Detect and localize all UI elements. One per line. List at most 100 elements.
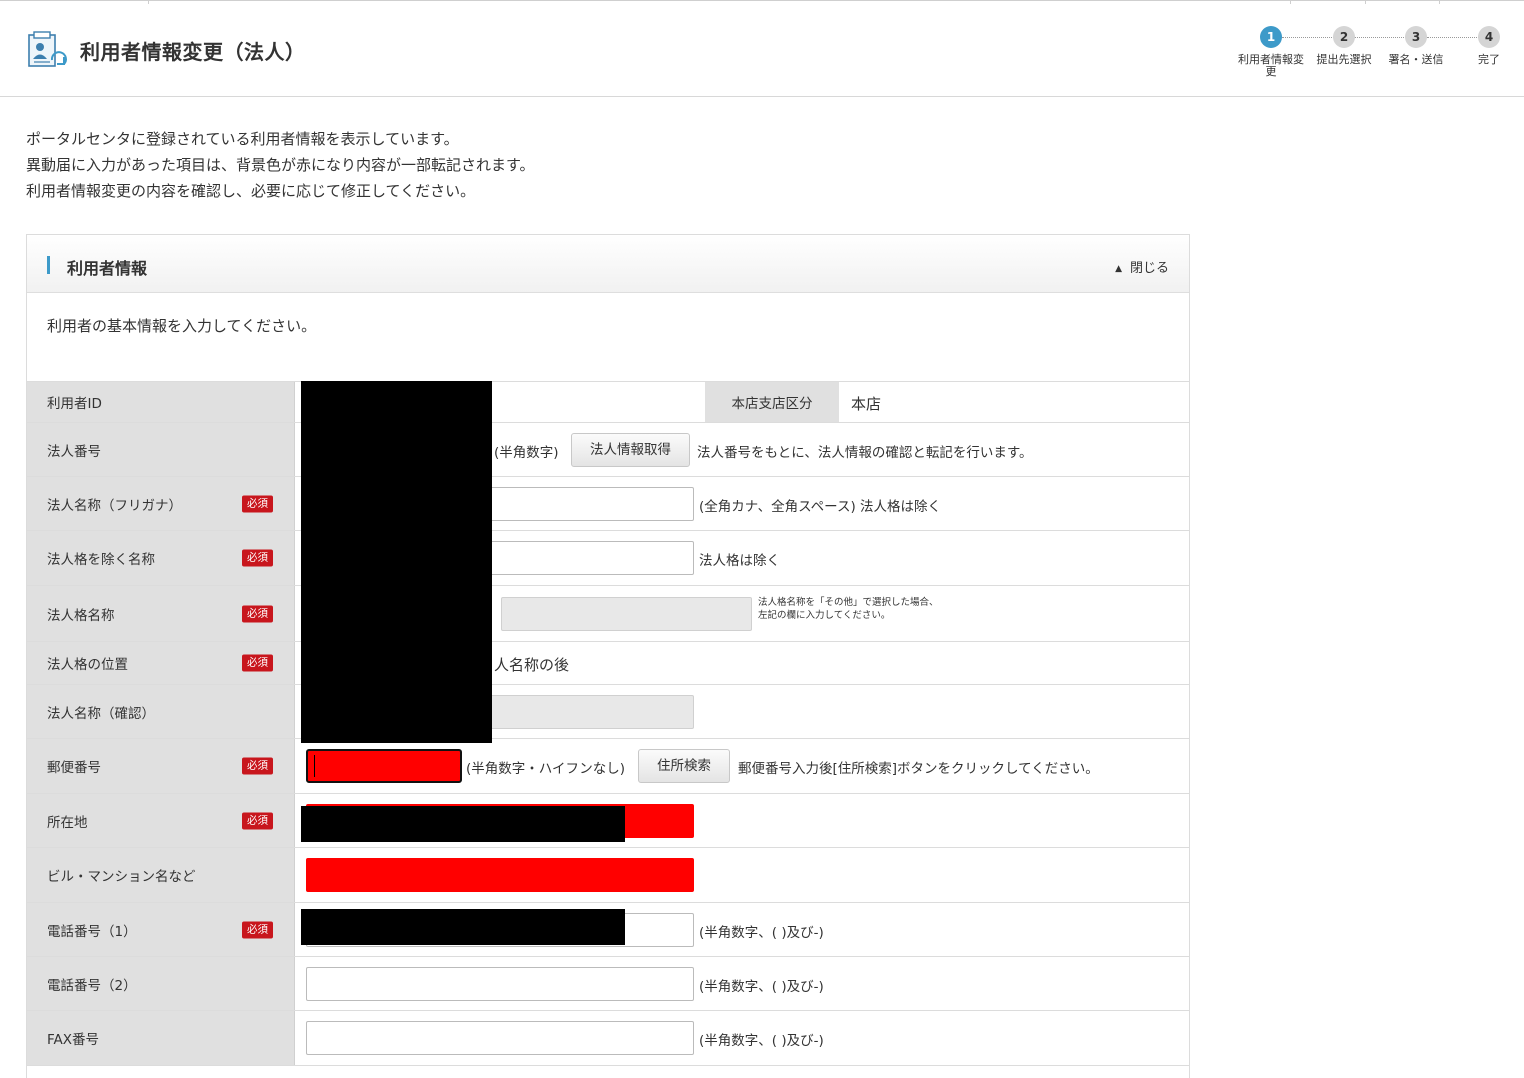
row-corp-name-kana: 法人名称（フリガナ） 必須 (全角カナ、全角スペース) 法人格は除く	[27, 476, 1189, 530]
redaction-block	[301, 806, 625, 842]
redaction-block	[301, 381, 492, 743]
row-address: 所在地 必須	[27, 793, 1189, 847]
step-number: 3	[1405, 26, 1427, 48]
field-label: 法人格名称 必須	[27, 586, 295, 641]
phone-1-note: (半角数字、( )及び-)	[699, 925, 824, 941]
label-text: 電話番号（1）	[47, 923, 137, 940]
panel-close-toggle[interactable]: ▲ 閉じる	[1115, 257, 1169, 276]
postal-code-input[interactable]	[306, 749, 462, 783]
required-badge: 必須	[242, 549, 273, 567]
user-profile-icon	[28, 31, 67, 67]
required-badge: 必須	[242, 757, 273, 775]
field-label: 法人番号	[27, 423, 295, 476]
row-fax: FAX番号 (半角数字、( )及び-)	[27, 1010, 1189, 1066]
phone-2-input[interactable]	[306, 967, 694, 1001]
label-text: FAX番号	[47, 1032, 100, 1048]
redaction-block	[301, 909, 625, 945]
intro-text: ポータルセンタに登録されている利用者情報を表示しています。 異動届に入力があった…	[26, 126, 535, 204]
user-info-panel: 利用者情報 ▲ 閉じる 利用者の基本情報を入力してください。 利用者ID 本店支店…	[26, 234, 1190, 1078]
row-user-id: 利用者ID 本店支店区分 本店	[27, 381, 1189, 422]
required-badge: 必須	[242, 921, 273, 938]
postal-code-hint: (半角数字・ハイフンなし)	[466, 761, 626, 777]
row-phone-2: 電話番号（2） (半角数字、( )及び-)	[27, 956, 1189, 1010]
row-corp-type: 法人格名称 必須 法人格名称を「その他」で選択した場合、 左記の欄に入力してくださ…	[27, 585, 1189, 641]
label-text: 電話番号（2）	[47, 977, 137, 994]
corp-name-kana-note: (全角カナ、全角スペース) 法人格は除く	[699, 499, 942, 515]
address-search-button[interactable]: 住所検索	[638, 749, 730, 783]
progress-steps: 1 利用者情報変更 2 提出先選択 3 署名・送信 4 完了	[1228, 26, 1518, 92]
field-value: (半角数字・ハイフンなし) 住所検索 郵便番号入力後[住所検索]ボタンをクリック…	[296, 739, 1189, 793]
step-4: 4 完了	[1449, 26, 1524, 66]
field-label: ビル・マンション名など	[27, 848, 295, 902]
text-cursor	[314, 755, 315, 777]
required-badge: 必須	[242, 812, 273, 829]
label-text: 法人格名称	[47, 607, 115, 624]
label-text: 所在地	[47, 814, 88, 831]
row-phone-1: 電話番号（1） 必須 (半角数字、( )及び-)	[27, 902, 1189, 956]
step-number: 1	[1260, 26, 1282, 48]
row-corp-name-confirm: 法人名称（確認）	[27, 684, 1189, 738]
corp-name-note: 法人格は除く	[699, 553, 780, 569]
field-value: (半角数字、( )及び-)	[296, 903, 1189, 956]
label-text: ビル・マンション名など	[47, 869, 196, 885]
step-label: 完了	[1478, 53, 1500, 66]
corp-number-note: 法人番号をもとに、法人情報の確認と転記を行います。	[697, 445, 1033, 461]
field-value	[296, 794, 1189, 847]
label-text: 法人格を除く名称	[47, 552, 155, 568]
step-1: 1 利用者情報変更	[1231, 26, 1311, 78]
label-text: 法人番号	[47, 443, 101, 460]
step-label: 署名・送信	[1388, 53, 1444, 66]
step-3: 3 署名・送信	[1376, 26, 1456, 66]
label-text: 本店支店区分	[731, 396, 813, 412]
corp-type-other-input[interactable]	[501, 597, 752, 631]
required-badge: 必須	[242, 605, 273, 622]
label-text: 郵便番号	[47, 760, 101, 776]
field-label: 電話番号（1） 必須	[27, 903, 295, 956]
row-corp-name: 法人格を除く名称 必須 法人格は除く	[27, 530, 1189, 585]
label-text: 利用者ID	[47, 396, 102, 412]
field-label: FAX番号	[27, 1011, 295, 1065]
corp-type-note: 法人格名称を「その他」で選択した場合、 左記の欄に入力してください。	[758, 596, 939, 622]
row-corp-type-position: 法人格の位置 必須 人名称の後	[27, 641, 1189, 684]
label-text: 法人名称（確認）	[47, 705, 155, 722]
row-corp-number: 法人番号 (半角数字) 法人情報取得 法人番号をもとに、法人情報の確認と転記を行…	[27, 422, 1189, 476]
note-line: 左記の欄に入力してください。	[758, 610, 891, 621]
step-label: 利用者情報変更	[1238, 53, 1304, 78]
building-input[interactable]	[306, 858, 694, 892]
branch-value: 本店	[851, 395, 882, 413]
step-2: 2 提出先選択	[1304, 26, 1384, 66]
required-badge: 必須	[242, 495, 273, 512]
panel-description: 利用者の基本情報を入力してください。	[47, 317, 317, 335]
triangle-up-icon: ▲	[1115, 264, 1122, 274]
phone-2-note: (半角数字、( )及び-)	[699, 979, 824, 995]
page-header: 利用者情報変更（法人） 1 利用者情報変更 2 提出先選択 3 署名・送信 4 …	[0, 4, 1524, 97]
field-label: 電話番号（2）	[27, 957, 295, 1010]
intro-line: ポータルセンタに登録されている利用者情報を表示しています。	[26, 130, 459, 148]
close-label: 閉じる	[1129, 261, 1169, 276]
field-label: 所在地 必須	[27, 794, 295, 847]
panel-header: 利用者情報 ▲ 閉じる	[27, 235, 1189, 293]
page-title: 利用者情報変更（法人）	[80, 40, 306, 64]
field-label: 法人格の位置 必須	[27, 642, 295, 684]
branch-label: 本店支店区分	[705, 382, 839, 422]
fax-input[interactable]	[306, 1021, 694, 1055]
label-text: 法人名称（フリガナ）	[47, 497, 182, 514]
note-line: 法人格名称を「その他」で選択した場合、	[758, 597, 939, 608]
corp-type-position-value: 人名称の後	[494, 656, 570, 674]
step-number: 4	[1478, 26, 1500, 48]
field-label: 法人名称（フリガナ） 必須	[27, 477, 295, 530]
field-value: (半角数字、( )及び-)	[296, 957, 1189, 1010]
panel-accent-bar	[47, 256, 50, 274]
field-value	[296, 848, 1189, 902]
field-label: 法人格を除く名称 必須	[27, 531, 295, 585]
label-text: 法人格の位置	[47, 657, 128, 673]
postal-code-note: 郵便番号入力後[住所検索]ボタンをクリックしてください。	[738, 761, 1099, 777]
row-postal-code: 郵便番号 必須 (半角数字・ハイフンなし) 住所検索 郵便番号入力後[住所検索]ボ…	[27, 738, 1189, 793]
field-label: 法人名称（確認）	[27, 685, 295, 738]
step-label: 提出先選択	[1316, 53, 1372, 66]
field-label: 郵便番号 必須	[27, 739, 295, 793]
row-building: ビル・マンション名など	[27, 847, 1189, 902]
intro-line: 利用者情報変更の内容を確認し、必要に応じて修正してください。	[26, 182, 476, 200]
get-corp-info-button[interactable]: 法人情報取得	[571, 433, 690, 467]
corp-number-hint: (半角数字)	[494, 445, 559, 461]
